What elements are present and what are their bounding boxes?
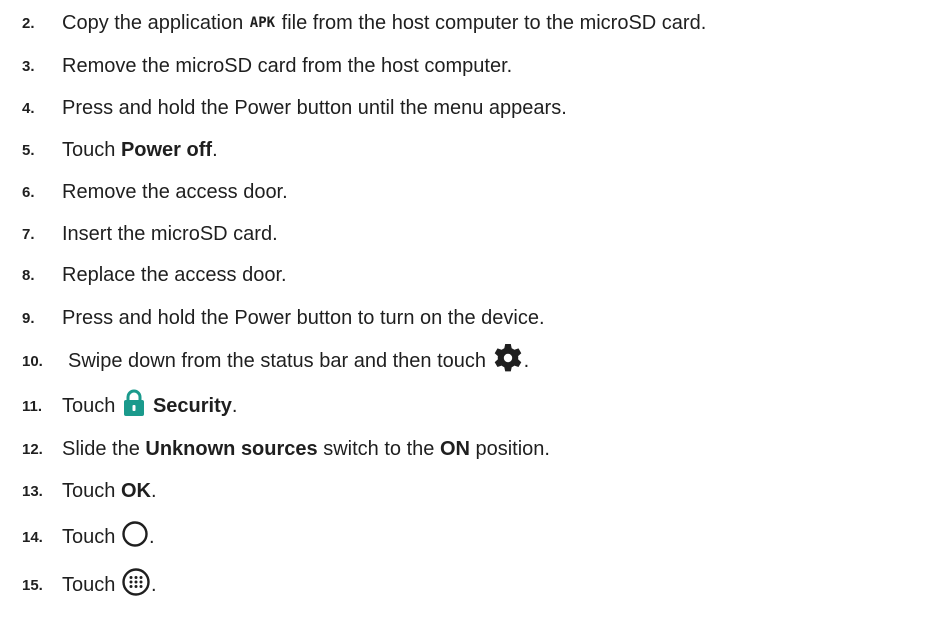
- step-text: Swipe down from the status bar and then …: [68, 342, 529, 380]
- step-4: 4. Press and hold the Power button until…: [0, 89, 925, 127]
- step-number: 9.: [22, 309, 35, 327]
- step-text: Remove the access door.: [62, 180, 288, 203]
- apps-icon: [121, 567, 151, 603]
- step-text-part: .: [150, 573, 157, 596]
- step-text-part: Swipe down from the status bar and then …: [68, 349, 492, 372]
- step-text-part: Slide the: [62, 437, 146, 460]
- step-text-part: Touch: [62, 394, 121, 417]
- step-text: Touch Power off .: [62, 139, 218, 162]
- step-6: 6. Remove the access door.: [0, 173, 925, 211]
- step-number: 2.: [22, 14, 35, 32]
- step-text: Slide the Unknown sources switch to the …: [62, 438, 550, 461]
- step-text: Remove the microSD card from the host co…: [62, 54, 513, 77]
- step-number: 3.: [22, 57, 35, 75]
- step-text-part: .: [523, 349, 530, 372]
- step-text: Replace the access door.: [62, 263, 287, 286]
- instruction-steps: 2. Copy the application APK file from th…: [0, 0, 925, 639]
- step-number: 8.: [22, 266, 35, 284]
- step-number: 15.: [22, 576, 43, 594]
- power-off-label: Power off: [120, 138, 213, 161]
- step-text-part: switch to the: [317, 437, 440, 460]
- step-3: 3. Remove the microSD card from the host…: [0, 47, 925, 85]
- step-text: Copy the application APK file from the h…: [62, 12, 706, 35]
- step-number: 13.: [22, 482, 43, 500]
- step-text-part: Touch: [62, 138, 121, 161]
- security-label: Security: [152, 394, 232, 417]
- lock-icon: [123, 389, 145, 423]
- step-7: 7. Insert the microSD card.: [0, 215, 925, 253]
- apk-code: APK: [249, 15, 276, 31]
- on-label: ON: [439, 437, 470, 460]
- step-text: Touch .: [62, 567, 157, 603]
- gear-icon: [492, 342, 524, 380]
- home-circle-icon: [121, 520, 149, 554]
- step-text-part: file from the host computer to the micro…: [276, 11, 707, 34]
- step-8: 8. Replace the access door.: [0, 256, 925, 294]
- step-number: 11.: [22, 397, 43, 415]
- step-5: 5. Touch Power off .: [0, 131, 925, 169]
- step-text-part: .: [212, 138, 218, 161]
- step-text: Touch .: [62, 520, 155, 554]
- step-text: Press and hold the Power button to turn …: [62, 306, 545, 329]
- step-text-part: .: [231, 394, 238, 417]
- step-13: 13. Touch OK .: [0, 472, 925, 510]
- step-11: 11. Touch Security .: [0, 387, 925, 425]
- step-text-part: .: [150, 479, 157, 502]
- step-text-part: Touch: [62, 573, 121, 596]
- step-number: 12.: [22, 440, 43, 458]
- step-text: Insert the microSD card.: [62, 222, 278, 245]
- step-14: 14. Touch .: [0, 518, 925, 556]
- step-text-part: Copy the application: [62, 11, 249, 34]
- step-text-part: Touch: [62, 525, 121, 548]
- step-number: 4.: [22, 99, 35, 117]
- step-text: Touch Security .: [62, 389, 237, 423]
- step-number: 10.: [22, 352, 43, 370]
- step-number: 14.: [22, 528, 43, 546]
- step-number: 7.: [22, 225, 35, 243]
- step-15: 15. Touch .: [0, 566, 925, 604]
- step-text-part: .: [148, 525, 155, 548]
- step-2: 2. Copy the application APK file from th…: [0, 4, 925, 42]
- step-text: Touch OK .: [62, 480, 157, 503]
- step-number: 5.: [22, 141, 35, 159]
- unknown-sources-label: Unknown sources: [145, 437, 318, 460]
- step-text: Press and hold the Power button until th…: [62, 96, 567, 119]
- step-text-part: Touch: [62, 479, 121, 502]
- step-text-part: position.: [469, 437, 550, 460]
- step-number: 6.: [22, 183, 35, 201]
- step-12: 12. Slide the Unknown sources switch to …: [0, 430, 925, 468]
- step-9: 9. Press and hold the Power button to tu…: [0, 299, 925, 337]
- ok-label: OK: [120, 479, 151, 502]
- step-10: 10. Swipe down from the status bar and t…: [0, 342, 925, 380]
